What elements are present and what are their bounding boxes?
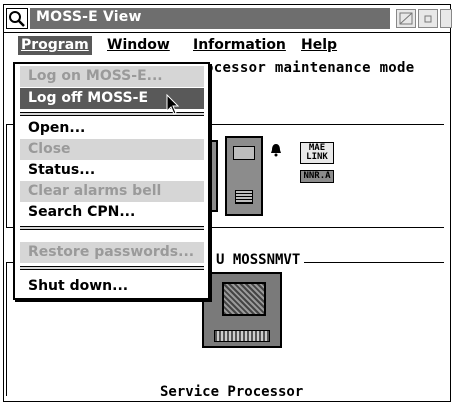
menu-item-search-cpn[interactable]: Search CPN...	[20, 202, 204, 223]
maximize-button[interactable]	[440, 9, 452, 28]
monitor-screen	[222, 282, 266, 316]
menu-separator	[20, 266, 204, 270]
mode-status-text: ocessor maintenance mode	[205, 60, 415, 76]
unit-vent	[235, 190, 253, 204]
restore-icon	[424, 15, 432, 23]
controller-unit[interactable]	[225, 136, 263, 216]
title-bar: MOSS-E View	[4, 5, 452, 33]
menu-item-log-on[interactable]: Log on MOSS-E...	[20, 66, 204, 87]
nnr-badge[interactable]: NNR.A	[300, 170, 334, 183]
window-title: MOSS-E View	[36, 9, 142, 25]
node-label: U MOSSNMVT	[212, 252, 305, 268]
menu-item-restore-passwords[interactable]: Restore passwords...	[20, 242, 204, 263]
restore-button[interactable]	[418, 9, 438, 28]
keyboard	[214, 330, 270, 342]
menu-item-close[interactable]: Close	[20, 139, 204, 160]
menu-window[interactable]: Window	[107, 37, 170, 53]
bell-icon[interactable]	[270, 142, 282, 161]
menu-item-open[interactable]: Open...	[20, 118, 204, 139]
mouse-cursor-icon	[166, 94, 180, 115]
menu-help[interactable]: Help	[301, 37, 337, 53]
program-menu-dropdown: Log on MOSS-E... Log off MOSS-E Open... …	[13, 62, 210, 300]
mae-link-badge[interactable]: MAE LINK	[300, 142, 334, 164]
service-processor-label: Service Processor	[160, 384, 304, 400]
minimize-button[interactable]	[396, 9, 416, 28]
minimize-icon	[399, 12, 413, 25]
menu-bar: Program Window Information Help	[4, 34, 450, 56]
menu-item-status[interactable]: Status...	[20, 160, 204, 181]
menu-separator	[20, 226, 204, 230]
menu-item-clear-alarms-bell[interactable]: Clear alarms bell	[20, 181, 204, 202]
menu-program[interactable]: Program	[18, 36, 92, 55]
search-icon	[9, 11, 25, 27]
computer-icon[interactable]	[202, 272, 282, 348]
menu-item-shut-down[interactable]: Shut down...	[20, 276, 204, 297]
system-menu-button[interactable]	[6, 8, 28, 29]
menu-information[interactable]: Information	[193, 37, 286, 53]
unit-slot	[233, 146, 255, 160]
